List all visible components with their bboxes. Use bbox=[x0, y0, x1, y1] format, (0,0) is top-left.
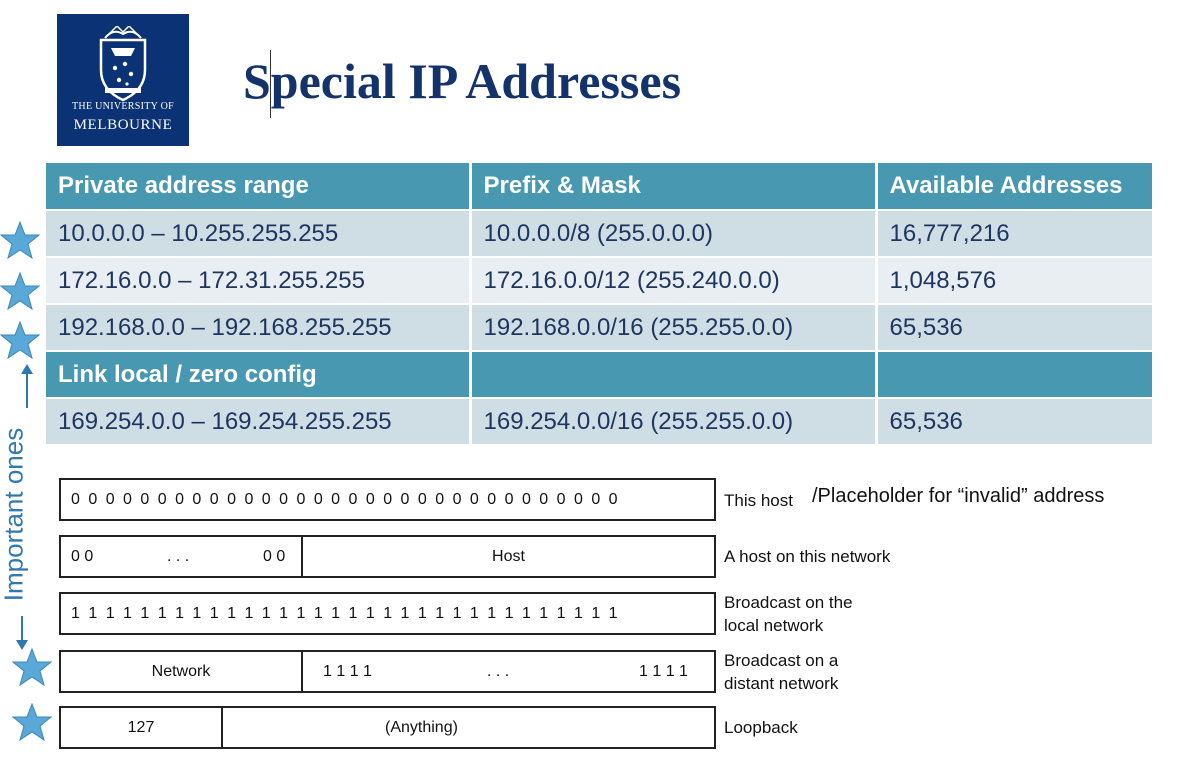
page-title: Special IP Addresses bbox=[243, 53, 682, 109]
header-cell: Available Addresses bbox=[876, 163, 1155, 211]
zero-bits-left: 0 0 bbox=[71, 547, 94, 565]
table-cell: 192.168.0.0/16 (255.255.0.0) bbox=[470, 304, 878, 352]
host-field: Host bbox=[301, 537, 714, 576]
table-cell: 10.0.0.0 – 10.255.255.255 bbox=[46, 210, 472, 258]
table-subheader-row: Link local / zero config bbox=[46, 351, 1155, 399]
this-host-address-box: 0 0 0 0 0 0 0 0 0 0 0 0 0 0 0 0 0 0 0 0 … bbox=[59, 478, 716, 521]
table-cell: 10.0.0.0/8 (255.0.0.0) bbox=[470, 210, 878, 258]
table-row: 172.16.0.0 – 172.31.255.255 172.16.0.0/1… bbox=[46, 257, 1155, 305]
table-cell: 169.254.0.0 – 169.254.255.255 bbox=[46, 398, 472, 446]
table-cell: 172.16.0.0/12 (255.240.0.0) bbox=[470, 257, 878, 305]
loopback-desc: Loopback bbox=[724, 718, 798, 737]
table-cell: 16,777,216 bbox=[876, 210, 1155, 258]
table-row: 169.254.0.0 – 169.254.255.255 169.254.0.… bbox=[46, 398, 1155, 446]
subheader-empty-cell bbox=[470, 351, 878, 399]
star-icon bbox=[0, 321, 40, 359]
table-cell: 169.254.0.0/16 (255.255.0.0) bbox=[470, 398, 878, 446]
header-cell: Prefix & Mask bbox=[470, 163, 878, 211]
table-row: 192.168.0.0 – 192.168.255.255 192.168.0.… bbox=[46, 304, 1155, 352]
broadcast-distant-desc: Broadcast on a distant network bbox=[724, 651, 839, 693]
one-bits-right: 1 1 1 1 bbox=[639, 662, 688, 680]
university-crest-icon bbox=[99, 26, 147, 102]
star-icon bbox=[0, 272, 40, 310]
table-cell: 1,048,576 bbox=[876, 257, 1155, 305]
loopback-box: 127 (Anything) bbox=[59, 706, 716, 749]
table-row: 10.0.0.0 – 10.255.255.255 10.0.0.0/8 (25… bbox=[46, 210, 1155, 258]
one-bits: 1 1 1 1 1 1 1 1 1 1 1 1 1 1 1 1 1 1 1 1 … bbox=[71, 604, 619, 622]
table-cell: 192.168.0.0 – 192.168.255.255 bbox=[46, 304, 472, 352]
anything-field: (Anything) bbox=[221, 708, 714, 747]
arrow-up-icon bbox=[21, 364, 33, 408]
header-cell: Private address range bbox=[46, 163, 472, 211]
table-cell: 65,536 bbox=[876, 398, 1155, 446]
arrow-down-icon bbox=[16, 616, 28, 650]
table-cell: 172.16.0.0 – 172.31.255.255 bbox=[46, 257, 472, 305]
zero-bits-right: 0 0 bbox=[263, 547, 286, 565]
table-cell: 65,536 bbox=[876, 304, 1155, 352]
host-on-network-desc: A host on this network bbox=[724, 547, 891, 566]
logo-line-1: THE UNIVERSITY OF bbox=[72, 101, 174, 112]
broadcast-local-desc: Broadcast on the local network bbox=[724, 593, 853, 635]
network-field: Network bbox=[151, 662, 211, 680]
star-icon bbox=[12, 703, 52, 741]
star-icon bbox=[0, 221, 40, 259]
subheader-empty-cell bbox=[876, 351, 1155, 399]
broadcast-local-box: 1 1 1 1 1 1 1 1 1 1 1 1 1 1 1 1 1 1 1 1 … bbox=[59, 592, 716, 635]
this-host-desc: This host bbox=[724, 491, 793, 510]
host-ones-field: 1 1 1 1 . . . 1 1 1 1 bbox=[301, 652, 714, 691]
table-header-row: Private address range Prefix & Mask Avai… bbox=[46, 163, 1155, 211]
one-bits-left: 1 1 1 1 bbox=[323, 662, 372, 680]
text-cursor bbox=[270, 50, 271, 118]
subheader-cell: Link local / zero config bbox=[46, 351, 472, 399]
loopback-first-octet: 127 bbox=[127, 718, 155, 736]
star-icon bbox=[12, 648, 52, 686]
ellipsis: . . . bbox=[487, 662, 510, 680]
ellipsis: . . . bbox=[167, 547, 190, 565]
university-logo: THE UNIVERSITY OF MELBOURNE bbox=[57, 14, 189, 146]
logo-line-2: MELBOURNE bbox=[73, 117, 173, 133]
host-on-network-box: 0 0 . . . 0 0 Host bbox=[59, 535, 716, 578]
private-address-table: Private address range Prefix & Mask Avai… bbox=[46, 163, 1155, 446]
zero-bits: 0 0 0 0 0 0 0 0 0 0 0 0 0 0 0 0 0 0 0 0 … bbox=[71, 490, 619, 508]
placeholder-desc: /Placeholder for “invalid” address bbox=[812, 485, 1105, 507]
broadcast-distant-box: Network 1 1 1 1 . . . 1 1 1 1 bbox=[59, 650, 716, 693]
